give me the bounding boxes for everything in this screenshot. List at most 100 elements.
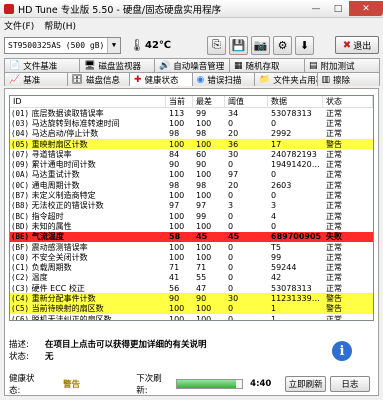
table-row[interactable]: (C3) 硬件 ECC 校正 56 47 0 53078313 正常 xyxy=(10,283,373,293)
temperature-value: 42℃ xyxy=(145,39,172,51)
table-row[interactable]: (BF) 震动感测错误率 100 100 0 T5 正常 xyxy=(10,242,373,252)
cell-worst: 47 xyxy=(196,283,207,293)
table-row[interactable]: (03) 马达旋转到标准转速时间 100 100 0 0 正常 xyxy=(10,118,373,128)
cell-id: (C0) xyxy=(11,252,30,262)
col-current[interactable]: 当前 xyxy=(166,96,193,107)
tab-label: 文件基准 xyxy=(23,61,58,72)
cell-data: 0 xyxy=(271,221,277,231)
menu-file[interactable]: 文件(F) xyxy=(4,19,34,32)
tab-folder-usage[interactable]: 📁文件夹占用率 xyxy=(254,72,318,86)
close-button[interactable]: ✕ xyxy=(349,1,383,16)
tab-benchmark[interactable]: 📈 基准 xyxy=(4,72,68,86)
cell-data: 11231339… xyxy=(271,293,320,303)
camera-icon[interactable]: 📷 xyxy=(251,35,270,55)
cell-threshold: 45 xyxy=(228,232,240,242)
download-icon[interactable]: ⬇ xyxy=(295,35,314,55)
toolbar: ST9500325AS (500 gB) ▼ 🌡 42℃ ⎘ 💾 📷 ⚙ ⬇ ✖… xyxy=(0,32,383,58)
table-row[interactable]: (0C) 通电周期计数 98 98 20 2603 正常 xyxy=(10,180,373,190)
cell-current: 100 xyxy=(169,242,185,252)
cell-current: 71 xyxy=(169,263,180,273)
save-icon[interactable]: 💾 xyxy=(229,35,248,55)
table-row[interactable]: (07) 寻道错误率 84 60 30 240782193 正常 xyxy=(10,149,373,159)
table-row[interactable]: (05) 重映射扇区计数 100 100 36 17 警告 xyxy=(10,138,373,150)
tab-file-benchmark[interactable]: 📄 文件基准 xyxy=(4,58,80,72)
table-row[interactable]: (BC) 指令超时 100 99 0 4 正常 xyxy=(10,211,373,221)
chevron-down-icon[interactable]: ▼ xyxy=(107,37,120,53)
cell-id: (C1) xyxy=(11,263,30,273)
col-worst[interactable]: 最差 xyxy=(193,96,225,107)
cell-worst: 90 xyxy=(196,160,207,170)
cell-data: 17 xyxy=(271,139,282,149)
cell-id: (C6) xyxy=(11,314,30,321)
table-row[interactable]: (C4) 重新分配事件计数 90 90 30 11231339… 警告 xyxy=(10,293,373,304)
tab-health[interactable]: ✚ 健康状态 xyxy=(129,72,193,86)
table-row[interactable]: (C0) 不安全关闭计数 100 100 0 99 正常 xyxy=(10,252,373,262)
maximize-button[interactable]: □ xyxy=(327,1,349,16)
cell-threshold: 0 xyxy=(228,283,234,293)
cell-worst: 98 xyxy=(196,129,207,139)
table-row[interactable]: (C5) 当前待映射的扇区数 100 100 0 1 警告 xyxy=(10,303,373,314)
cell-worst: 55 xyxy=(196,273,207,283)
tab-extra-tests[interactable]: ▤ 附加测试 xyxy=(304,58,380,72)
table-row[interactable]: (C1) 负载周期数 71 71 0 59244 正常 xyxy=(10,262,373,272)
log-button[interactable]: 日志 xyxy=(329,376,370,392)
exit-button[interactable]: ✖ 退出 xyxy=(335,36,379,54)
cell-worst: 99 xyxy=(196,108,207,118)
cell-id: (C5) xyxy=(11,304,30,314)
cell-threshold: 0 xyxy=(228,160,234,170)
cell-id: (BD) xyxy=(11,221,30,231)
cell-id: (B8) xyxy=(11,201,30,211)
table-row[interactable]: (C2) 温度 41 55 0 42 正常 xyxy=(10,273,373,283)
col-id[interactable]: ID xyxy=(10,96,166,107)
col-threshold[interactable]: 阈值 xyxy=(225,96,268,107)
cell-worst: 100 xyxy=(196,314,212,321)
cell-name: 马达启动/停止计数 xyxy=(31,129,99,139)
tab-aam[interactable]: 🔊 自动噪音管理 xyxy=(154,58,230,72)
tab-disk-monitor[interactable]: 🖥 磁盘监视器 xyxy=(79,58,155,72)
col-status[interactable]: 状态 xyxy=(323,96,373,107)
tab-error-scan[interactable]: ◉ 错误扫描 xyxy=(191,72,255,86)
smart-table[interactable]: ID 当前 最差 阈值 数据 状态 (01) 底层数据读取错误率 113 99 34 5… xyxy=(9,95,374,321)
refresh-progress-fill xyxy=(177,380,236,388)
table-row[interactable]: (B7) 未定义制造商特定 100 100 0 0 正常 xyxy=(10,190,373,200)
tab-row-1: 📄 文件基准 🖥 磁盘监视器 🔊 自动噪音管理 ▦ 随机存取 ▤ 附加测试 xyxy=(4,58,380,72)
col-data[interactable]: 数据 xyxy=(268,96,323,107)
tab-erase[interactable]: ▥ 擦除 xyxy=(316,72,380,86)
tab-random-access[interactable]: ▦ 随机存取 xyxy=(229,58,305,72)
drive-select[interactable]: ST9500325AS (500 gB) ▼ xyxy=(4,36,121,54)
refresh-now-button[interactable]: 立即刷新 xyxy=(285,376,326,392)
table-row[interactable]: (0A) 马达重试计数 100 100 97 0 正常 xyxy=(10,170,373,180)
tab-label: 文件夹占用率 xyxy=(273,75,316,86)
tab-disk-info[interactable]: 🗄 磁盘信息 xyxy=(66,72,130,86)
menu-help[interactable]: 帮助(H) xyxy=(44,19,76,32)
settings-icon[interactable]: ⚙ xyxy=(273,35,292,55)
table-row[interactable]: (01) 底层数据读取错误率 113 99 34 53078313 正常 xyxy=(10,108,373,118)
health-label: 健康状态: xyxy=(9,374,35,396)
table-row[interactable]: (B8) 无法校正的错误计数 97 97 3 3 正常 xyxy=(10,201,373,211)
copy-icon[interactable]: ⎘ xyxy=(207,35,226,55)
table-row[interactable]: (BE) 气流温度 58 45 45 689700905 失败 xyxy=(10,231,373,242)
cell-threshold: 0 xyxy=(228,304,234,314)
tab-label: 附加测试 xyxy=(320,61,355,72)
cell-worst: 100 xyxy=(196,191,212,201)
table-row[interactable]: (09) 累计通电时间计数 90 90 0 19491420… 正常 xyxy=(10,159,373,169)
tab-label: 随机存取 xyxy=(245,61,280,72)
minimize-button[interactable]: — xyxy=(305,1,327,16)
cell-id: (0C) xyxy=(11,180,30,190)
error-scan-icon: ◉ xyxy=(196,74,205,85)
table-row[interactable]: (BD) 未知的属性 100 100 0 0 正常 xyxy=(10,221,373,231)
cell-current: 100 xyxy=(169,170,185,180)
cell-threshold: 34 xyxy=(228,108,239,118)
cell-worst: 100 xyxy=(196,118,212,128)
cell-worst: 71 xyxy=(196,263,207,273)
file-icon: 📄 xyxy=(9,60,21,71)
table-row[interactable]: (04) 马达启动/停止计数 98 98 20 2992 正常 xyxy=(10,129,373,139)
cell-threshold: 30 xyxy=(228,149,239,159)
erase-icon: ▥ xyxy=(321,74,331,85)
cell-data: 42 xyxy=(271,273,282,283)
cell-data: 1 xyxy=(271,314,277,321)
description-value: 在项目上点击可以获得更加详细的有关说明 xyxy=(45,340,207,350)
table-row[interactable]: (C6) 脱机无法纠正的扇区数 100 100 0 1 正常 xyxy=(10,314,373,321)
cell-current: 98 xyxy=(169,129,180,139)
cell-threshold: 3 xyxy=(228,201,234,211)
